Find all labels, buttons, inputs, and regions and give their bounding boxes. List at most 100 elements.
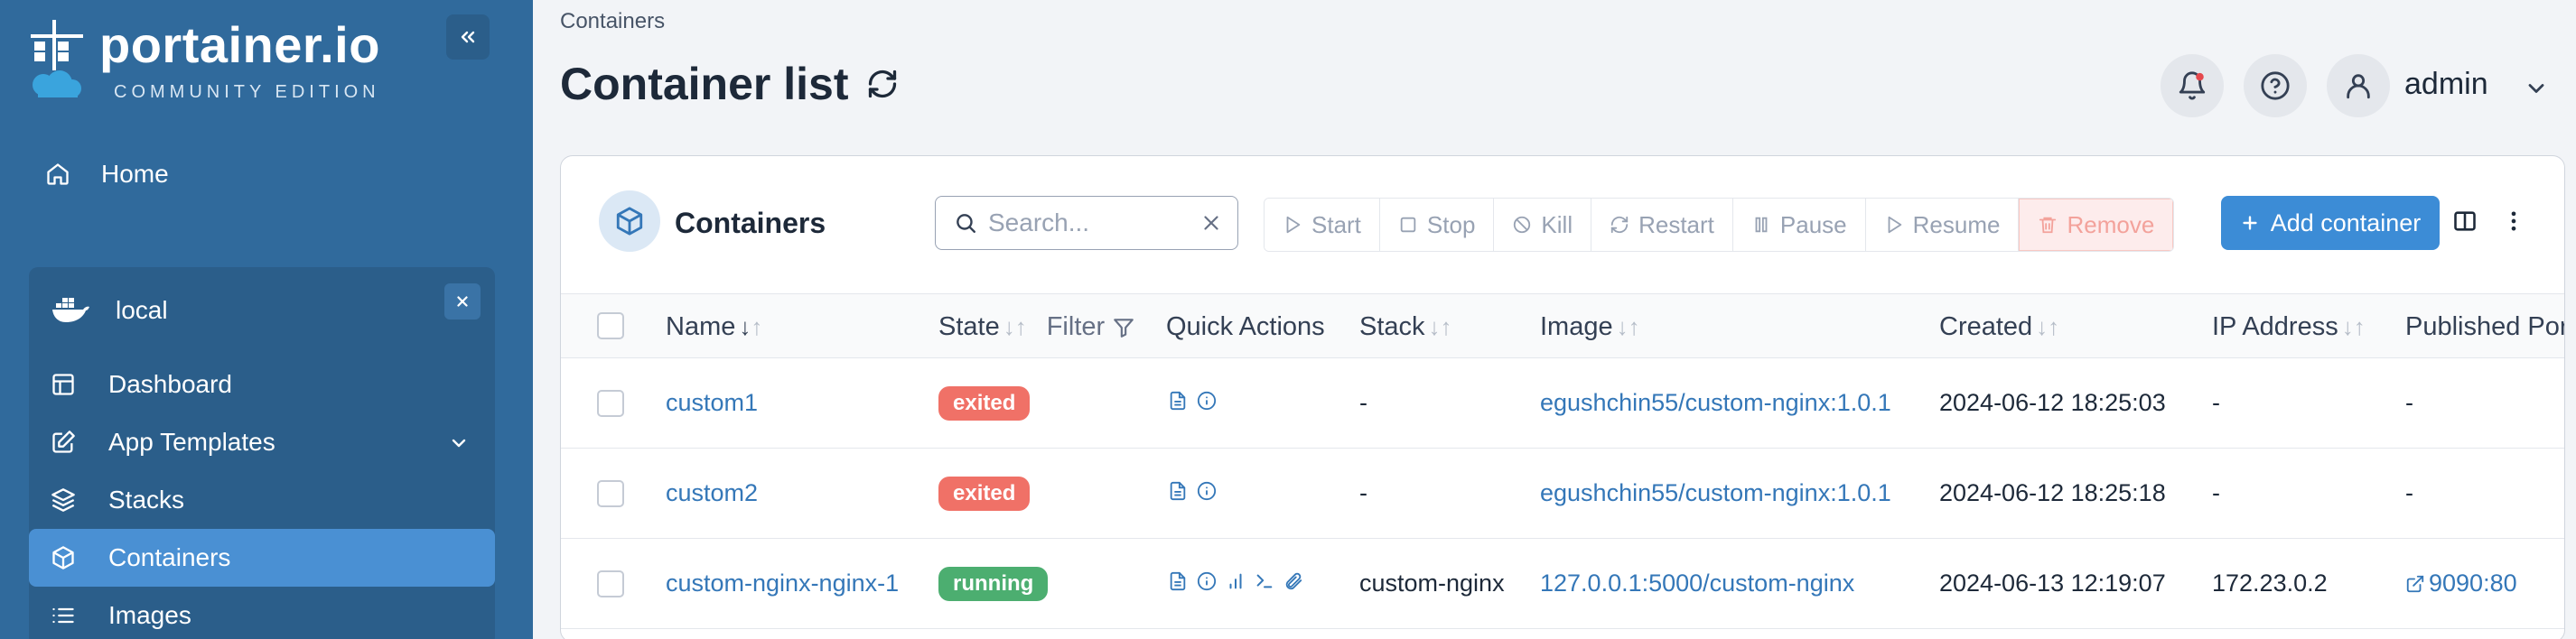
file-text-icon[interactable] [1168,481,1188,501]
column-name[interactable]: Name ↓ ↑ [666,312,762,342]
square-icon [1398,215,1418,235]
refresh-icon[interactable] [866,68,899,100]
containers-card: Containers Start Stop Kill Restart Pause [560,155,2565,639]
environment-header[interactable]: local [29,285,495,336]
sidebar-item-home[interactable]: Home [29,150,495,199]
sidebar-item-stacks[interactable]: Stacks [29,471,495,529]
sidebar-item-images[interactable]: Images [29,587,495,639]
kill-button[interactable]: Kill [1494,199,1592,251]
brand-name: portainer.io [99,16,380,73]
breadcrumb[interactable]: Containers [560,9,665,34]
restart-label: Restart [1638,210,1714,238]
container-name-link[interactable]: custom2 [666,479,758,507]
user-name[interactable]: admin [2404,67,2488,102]
kill-label: Kill [1541,210,1573,238]
sort-icon: ↓↑ [1003,313,1027,340]
column-ip-label: IP Address [2212,312,2338,341]
notifications-button[interactable] [2161,54,2224,117]
collapse-sidebar-button[interactable] [446,14,490,60]
search-box [935,196,1238,250]
remove-button[interactable]: Remove [2019,199,2174,251]
image-link[interactable]: 127.0.0.1:5000/custom-nginx [1540,570,1854,597]
ports-value: - [2405,479,2413,506]
stats-icon[interactable] [1226,571,1246,591]
close-icon [457,296,468,307]
column-image[interactable]: Image ↓↑ [1540,312,1640,342]
filter-label: Filter [1046,312,1106,341]
ports-value: - [2405,389,2413,416]
info-icon[interactable] [1197,571,1217,591]
home-icon [45,162,76,187]
sort-icon: ↓↑ [2036,313,2060,340]
quick-actions [1168,481,1217,501]
status-badge: exited [938,386,1031,421]
sidebar-item-containers[interactable]: Containers [29,529,495,587]
card-title: Containers [675,207,826,239]
add-container-label: Add container [2270,208,2422,236]
stack-value: - [1359,389,1367,416]
container-name-link[interactable]: custom-nginx-nginx-1 [666,570,899,597]
close-icon[interactable] [1199,211,1223,235]
created-value: 2024-06-12 18:25:03 [1939,389,2166,416]
table-row: custom2 exited - egushchin55/custom-ngin… [561,449,2564,539]
search-input[interactable] [988,208,1187,237]
paperclip-icon[interactable] [1283,571,1303,591]
chevron-down-icon[interactable] [448,431,470,460]
sidebar-item-app-templates[interactable]: App Templates [29,413,495,471]
sidebar-item-label: Containers [108,543,231,571]
sort-icon: ↓↑ [1616,313,1640,340]
environment-panel: local Dashboard App Templates Stacks Con… [29,267,495,639]
info-icon[interactable] [1197,481,1217,501]
file-text-icon[interactable] [1168,391,1188,411]
image-link[interactable]: egushchin55/custom-nginx:1.0.1 [1540,479,1891,507]
file-text-icon[interactable] [1168,571,1188,591]
list-icon [51,603,81,628]
sort-desc-icon: ↓ [739,313,751,340]
pause-button[interactable]: Pause [1732,199,1866,251]
chevron-down-icon[interactable] [2524,76,2549,106]
close-environment-button[interactable] [444,283,481,320]
created-value: 2024-06-13 12:19:07 [1939,570,2166,597]
sort-asc-icon: ↑ [751,313,763,340]
portainer-logo[interactable]: portainer.io COMMUNITY EDITION [25,14,396,105]
help-button[interactable] [2244,54,2307,117]
column-ip[interactable]: IP Address ↓↑ [2212,312,2366,342]
remove-label: Remove [2067,210,2155,238]
add-container-button[interactable]: Add container [2221,196,2440,250]
select-all-checkbox[interactable] [597,312,624,339]
stack-value: custom-nginx [1359,570,1505,597]
container-name-link[interactable]: custom1 [666,389,758,417]
resume-button[interactable]: Resume [1865,199,2020,251]
pause-label: Pause [1779,210,1847,238]
trash-icon [2038,215,2058,235]
row-checkbox[interactable] [597,390,624,417]
chevrons-left-icon [461,31,475,43]
column-state[interactable]: State ↓↑ Filter [938,312,1135,342]
bell-icon [2179,71,2206,100]
container-actions: Start Stop Kill Restart Pause Resume Rem… [1264,198,2175,252]
column-created[interactable]: Created ↓↑ [1939,312,2059,342]
table-row: custom1 exited - egushchin55/custom-ngin… [561,358,2564,449]
columns-icon[interactable] [2452,208,2478,234]
terminal-icon[interactable] [1255,571,1274,591]
stack-value: - [1359,479,1367,506]
column-ports-label: Published Ports [2405,312,2564,341]
user-avatar[interactable] [2327,54,2390,117]
resume-label: Resume [1912,210,2001,238]
row-checkbox[interactable] [597,570,624,597]
page-title-text: Container list [560,59,849,109]
published-port-link[interactable]: 9090:80 [2405,570,2517,597]
info-icon[interactable] [1197,391,1217,411]
column-stack[interactable]: Stack ↓↑ [1359,312,1452,342]
row-checkbox[interactable] [597,480,624,507]
restart-button[interactable]: Restart [1591,199,1733,251]
sidebar-item-dashboard[interactable]: Dashboard [29,356,495,413]
stop-button[interactable]: Stop [1379,199,1495,251]
state-filter[interactable]: Filter [1047,312,1135,342]
quick-actions [1168,391,1217,411]
sidebar-item-label: App Templates [108,428,275,456]
start-button[interactable]: Start [1265,199,1380,251]
start-label: Start [1311,210,1361,238]
more-vertical-icon[interactable] [2501,208,2526,234]
image-link[interactable]: egushchin55/custom-nginx:1.0.1 [1540,389,1891,417]
